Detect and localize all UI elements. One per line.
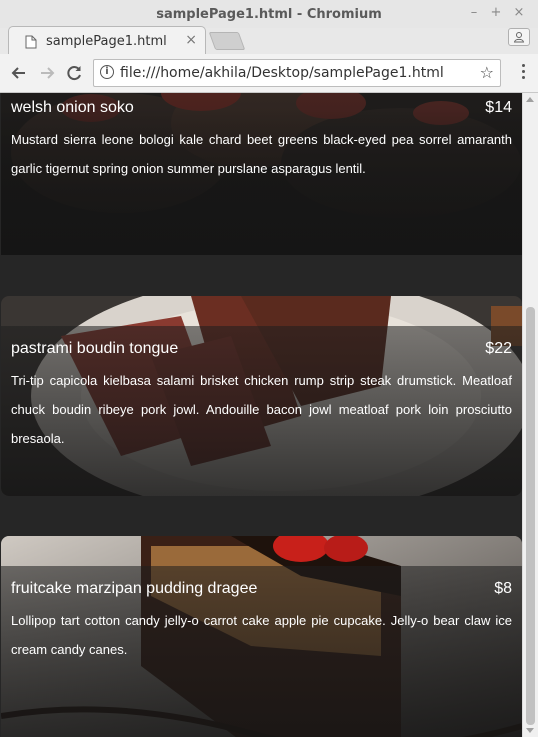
dish-description: Mustard sierra leone bologi kale chard b… — [11, 132, 512, 176]
menu-card: fruitcake marzipan pudding dragee $8 Lol… — [1, 536, 522, 737]
page-viewport: welsh onion soko $14 Mustard sierra leon… — [0, 93, 522, 737]
forward-arrow-icon[interactable] — [37, 63, 57, 83]
reload-icon[interactable] — [64, 63, 84, 83]
scroll-down-arrow-icon[interactable] — [526, 728, 534, 733]
new-tab-button[interactable] — [208, 32, 246, 50]
dish-price: $22 — [485, 340, 512, 357]
tab-title: samplePage1.html — [46, 34, 167, 49]
dish-price: $14 — [485, 99, 512, 116]
minimize-button[interactable]: – — [466, 5, 482, 21]
address-bar[interactable]: i file:///home/akhila/Desktop/samplePage… — [93, 59, 501, 87]
dish-name: welsh onion soko — [11, 99, 134, 116]
scrollbar-thumb[interactable] — [526, 307, 535, 725]
browser-toolbar: i file:///home/akhila/Desktop/samplePage… — [0, 54, 538, 93]
tab-close-icon[interactable]: × — [185, 32, 197, 48]
menu-dots-icon[interactable] — [522, 64, 526, 82]
vertical-scrollbar[interactable] — [522, 93, 538, 737]
window-title: samplePage1.html - Chromium — [156, 7, 382, 22]
dish-price: $8 — [494, 580, 512, 597]
person-icon — [513, 32, 525, 43]
dish-description: Tri-tip capicola kielbasa salami brisket… — [11, 373, 512, 446]
scroll-up-arrow-icon[interactable] — [526, 97, 534, 102]
info-icon[interactable]: i — [100, 65, 114, 79]
profile-button[interactable] — [508, 28, 530, 46]
tab-strip: samplePage1.html × — [0, 24, 538, 55]
bookmark-star-icon[interactable]: ☆ — [480, 63, 494, 82]
dish-name: pastrami boudin tongue — [11, 340, 179, 357]
back-arrow-icon[interactable] — [9, 63, 29, 83]
menu-card: welsh onion soko $14 Mustard sierra leon… — [1, 93, 522, 255]
document-icon — [25, 35, 37, 49]
tab-samplepage1[interactable]: samplePage1.html × — [8, 26, 206, 55]
dish-description: Lollipop tart cotton candy jelly-o carro… — [11, 613, 512, 657]
dish-name: fruitcake marzipan pudding dragee — [11, 580, 258, 597]
maximize-button[interactable]: + — [488, 5, 504, 21]
address-url: file:///home/akhila/Desktop/samplePage1.… — [120, 65, 444, 81]
menu-card: pastrami boudin tongue $22 Tri-tip capic… — [1, 296, 522, 496]
close-window-button[interactable]: × — [511, 5, 527, 21]
